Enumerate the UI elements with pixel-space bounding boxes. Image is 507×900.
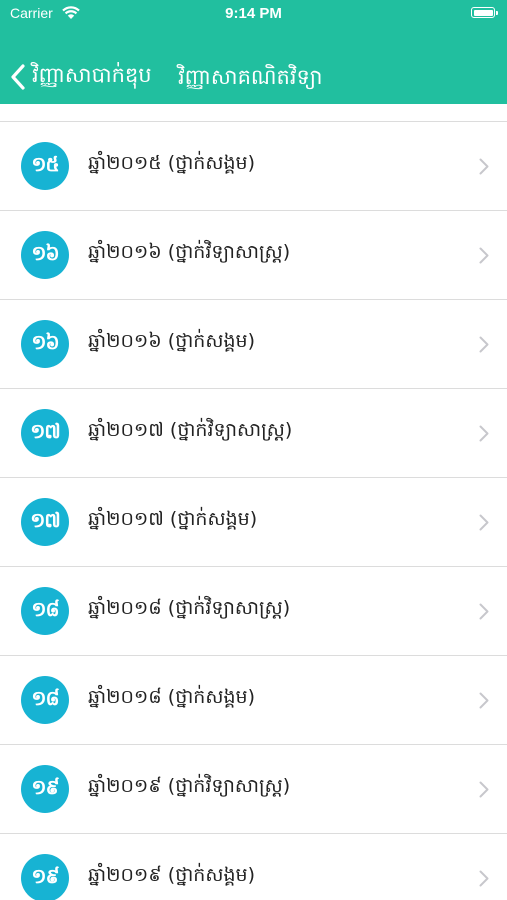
list-item-label: ឆ្នាំ២០១៩ (ថ្នាក់វិទ្យាសាស្រ្ត) [88,775,291,797]
list-item[interactable]: ១៦ ឆ្នាំ២០១៦ (ថ្នាក់វិទ្យាសាស្រ្ត) [0,211,507,300]
app-header: Carrier 9:14 PM វិញ្ញាសាបាក់ឌុប វិញ្ញាសា… [0,0,507,104]
year-badge: ១៩ [21,765,69,813]
list-item[interactable]: ១៩ ឆ្នាំ២០១៩ (ថ្នាក់វិទ្យាសាស្រ្ត) [0,745,507,834]
year-badge: ១៦ [21,231,69,279]
list-item-label: ឆ្នាំ២០១៥ (ថ្នាក់សង្គម) [88,152,255,174]
chevron-right-icon [479,692,489,709]
chevron-right-icon [479,425,489,442]
list-item-label: ឆ្នាំ២០១៨ (ថ្នាក់វិទ្យាសាស្រ្ត) [88,597,291,619]
chevron-right-icon [479,781,489,798]
exam-year-list[interactable]: ១៥ ឆ្នាំ២០១៥ (ថ្នាក់សង្គម) ១៦ ឆ្នាំ២០១៦ (ថ្… [0,104,507,900]
list-item[interactable]: ១៧ ឆ្នាំ២០១៧ (ថ្នាក់សង្គម) [0,478,507,567]
year-badge: ១៨ [21,587,69,635]
year-badge: ១៩ [21,854,69,900]
list-item[interactable]: ១៨ ឆ្នាំ២០១៨ (ថ្នាក់សង្គម) [0,656,507,745]
chevron-left-icon [11,64,25,90]
list-item[interactable]: ១៨ ឆ្នាំ២០១៨ (ថ្នាក់វិទ្យាសាស្រ្ត) [0,567,507,656]
list-item-label: ឆ្នាំ២០១៧ (ថ្នាក់វិទ្យាសាស្រ្ត) [88,419,293,441]
list-item-label: ឆ្នាំ២០១៧ (ថ្នាក់សង្គម) [88,508,258,530]
list-item-label: ឆ្នាំ២០១៦ (ថ្នាក់វិទ្យាសាស្រ្ត) [88,241,291,263]
chevron-right-icon [479,158,489,175]
list-item-label: ឆ្នាំ២០១៨ (ថ្នាក់សង្គម) [88,686,255,708]
chevron-right-icon [479,336,489,353]
back-button-label: វិញ្ញាសាបាក់ឌុប [32,62,152,87]
status-time: 9:14 PM [225,5,282,22]
battery-icon [471,7,498,18]
page-title: វិញ្ញាសាគណិតវិទ្យា [178,65,323,89]
year-badge: ១៧ [21,409,69,457]
list-item-label: ឆ្នាំ២០១៦ (ថ្នាក់សង្គម) [88,330,255,352]
chevron-right-icon [479,870,489,887]
status-bar: Carrier 9:14 PM [0,0,507,28]
list-item[interactable]: ១៧ ឆ្នាំ២០១៧ (ថ្នាក់វិទ្យាសាស្រ្ត) [0,389,507,478]
list-item-label: ឆ្នាំ២០១៩ (ថ្នាក់សង្គម) [88,864,255,886]
list-item[interactable]: ១៩ ឆ្នាំ២០១៩ (ថ្នាក់សង្គម) [0,834,507,900]
chevron-right-icon [479,247,489,264]
year-badge: ១៧ [21,498,69,546]
chevron-right-icon [479,514,489,531]
list-item[interactable]: ១៥ ឆ្នាំ២០១៥ (ថ្នាក់សង្គម) [0,122,507,211]
back-button[interactable]: វិញ្ញាសាបាក់ឌុប [10,62,152,92]
chevron-right-icon [479,603,489,620]
year-badge: ១៨ [21,676,69,724]
navigation-bar: វិញ្ញាសាបាក់ឌុប វិញ្ញាសាគណិតវិទ្យា [0,50,507,104]
year-badge: ១៦ [21,320,69,368]
list-item[interactable]: ១៦ ឆ្នាំ២០១៦ (ថ្នាក់សង្គម) [0,300,507,389]
year-badge: ១៥ [21,142,69,190]
